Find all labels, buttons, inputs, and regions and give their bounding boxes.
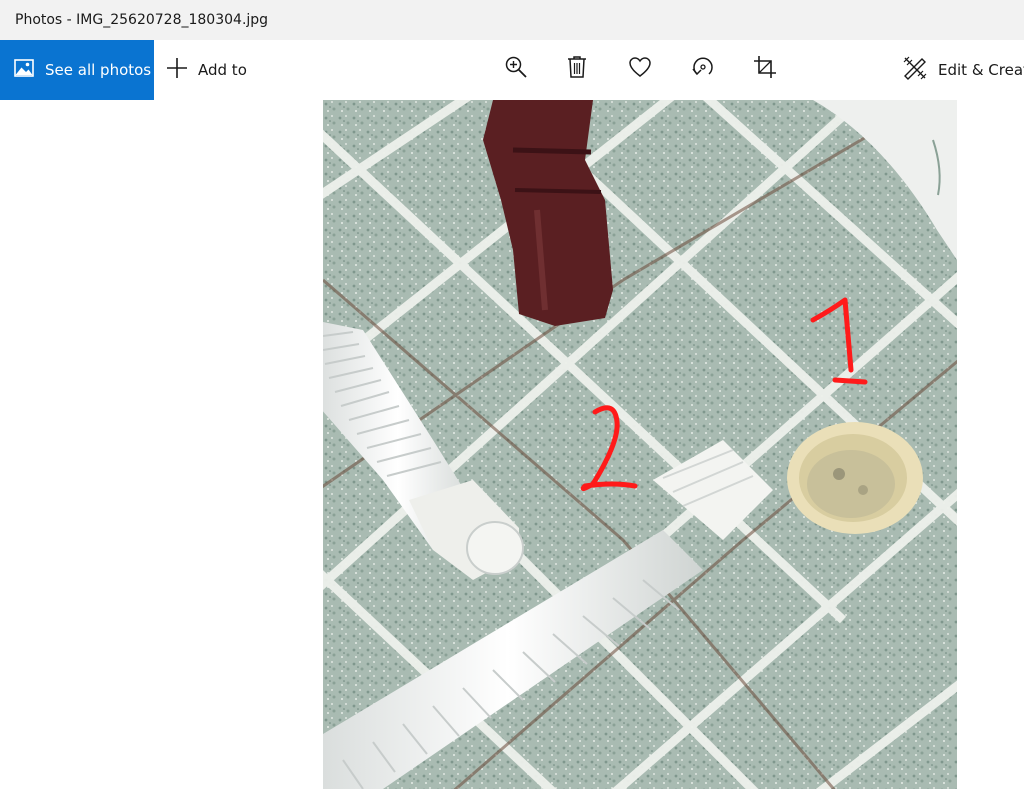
crop-icon: [753, 55, 777, 84]
toolbar: See all photos Add to Edit & Crea: [0, 40, 1024, 100]
delete-icon: [566, 55, 588, 84]
favorite-icon: [628, 56, 652, 83]
zoom-button[interactable]: [501, 54, 531, 84]
edit-create-icon: [902, 55, 928, 86]
add-to-label: Add to: [198, 61, 247, 79]
crop-button[interactable]: [750, 54, 780, 84]
photo-icon: [14, 58, 34, 82]
edit-create-label: Edit & Create: [938, 61, 1024, 79]
plus-icon: [166, 57, 188, 84]
edit-create-button[interactable]: Edit & Create: [902, 40, 1024, 100]
zoom-in-icon: [504, 55, 528, 84]
rotate-icon: [691, 55, 715, 84]
see-all-photos-label: See all photos: [45, 61, 152, 79]
rotate-button[interactable]: [688, 54, 718, 84]
window-title: Photos - IMG_25620728_180304.jpg: [15, 12, 269, 28]
add-to-button[interactable]: Add to: [166, 40, 247, 100]
drain-cap: [787, 422, 923, 534]
see-all-photos-button[interactable]: See all photos: [0, 40, 154, 100]
delete-button[interactable]: [562, 54, 592, 84]
favorite-button[interactable]: [625, 54, 655, 84]
title-bar: Photos - IMG_25620728_180304.jpg: [0, 0, 1024, 40]
photo-viewer[interactable]: [323, 100, 957, 789]
